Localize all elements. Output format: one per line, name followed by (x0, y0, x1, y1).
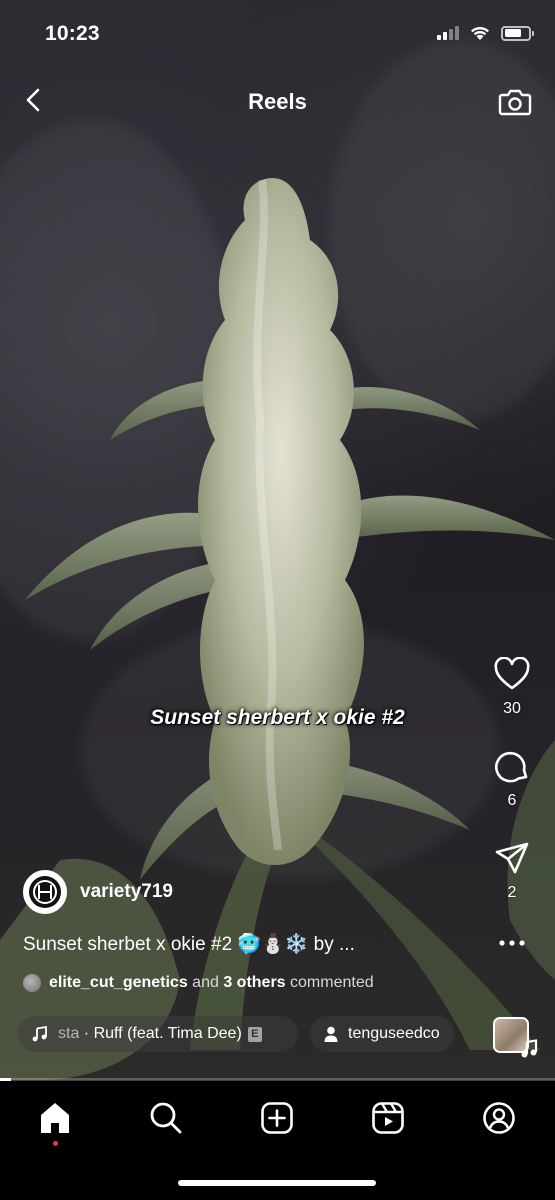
commenter-username: elite_cut_genetics (49, 974, 188, 991)
home-indicator (178, 1180, 376, 1186)
comment-preview-and: and (187, 974, 224, 991)
music-note-icon (521, 1039, 538, 1058)
audio-title: · Ruff (feat. Tima Dee) (79, 1025, 242, 1042)
comment-count: 6 (507, 792, 517, 809)
home-icon (41, 1103, 69, 1133)
audio-title-faded: sta (58, 1025, 80, 1042)
camera-icon[interactable] (497, 84, 533, 120)
audio-thumbnail[interactable] (493, 1017, 538, 1058)
nav-search[interactable] (146, 1098, 186, 1138)
comment-preview-suffix: commented (285, 974, 374, 991)
search-icon (150, 1102, 182, 1134)
status-time: 10:23 (45, 22, 100, 45)
profile-icon (483, 1102, 515, 1134)
page-title: Reels (248, 89, 307, 114)
comment-preview-others: 3 others (223, 974, 286, 991)
video-overlay-text: Sunset sherbert x okie #2 (150, 706, 405, 729)
comment-button[interactable] (490, 744, 534, 788)
cellular-signal-icon (437, 26, 459, 40)
author-username[interactable]: variety719 (80, 881, 173, 903)
comment-icon (494, 751, 528, 783)
wifi-icon (471, 26, 489, 40)
author-logo-icon (29, 876, 61, 908)
post-caption[interactable]: Sunset sherbet x okie #2 🥶⛄️❄️ by ... (23, 932, 403, 956)
music-note-icon (32, 1026, 47, 1042)
share-icon (495, 842, 529, 874)
person-icon (324, 1026, 338, 1042)
heart-icon (494, 657, 530, 690)
create-icon (261, 1102, 293, 1134)
share-button[interactable] (490, 836, 534, 880)
info-pills: sta · Ruff (feat. Tima Dee) E tenguseedc… (18, 1016, 454, 1052)
avatar[interactable] (23, 870, 67, 914)
plant-image (0, 178, 555, 1080)
like-button[interactable] (490, 652, 534, 696)
tagged-user-pill[interactable]: tenguseedco (310, 1016, 454, 1052)
battery-icon (501, 25, 534, 41)
nav-home[interactable] (35, 1098, 75, 1138)
explicit-badge: E (247, 1026, 262, 1042)
tagged-username: tenguseedco (348, 1025, 440, 1042)
like-count: 30 (503, 700, 521, 717)
reels-icon (372, 1102, 404, 1134)
share-count: 2 (507, 884, 517, 901)
status-bar: 10:23 (0, 0, 555, 70)
nav-reels[interactable] (368, 1098, 408, 1138)
audio-pill[interactable]: sta · Ruff (feat. Tima Dee) E (18, 1016, 298, 1052)
notification-dot (53, 1141, 58, 1146)
commenter-avatar (23, 974, 41, 992)
comment-preview[interactable]: elite_cut_genetics and 3 others commente… (23, 974, 374, 992)
action-column: 30 6 2 (487, 652, 537, 958)
post-author[interactable]: variety719 (23, 869, 173, 915)
reel-video[interactable] (0, 0, 555, 1080)
reels-header: Reels (0, 80, 555, 124)
nav-create[interactable] (257, 1098, 297, 1138)
nav-profile[interactable] (479, 1098, 519, 1138)
more-icon (499, 940, 525, 946)
more-options-button[interactable] (490, 928, 534, 958)
